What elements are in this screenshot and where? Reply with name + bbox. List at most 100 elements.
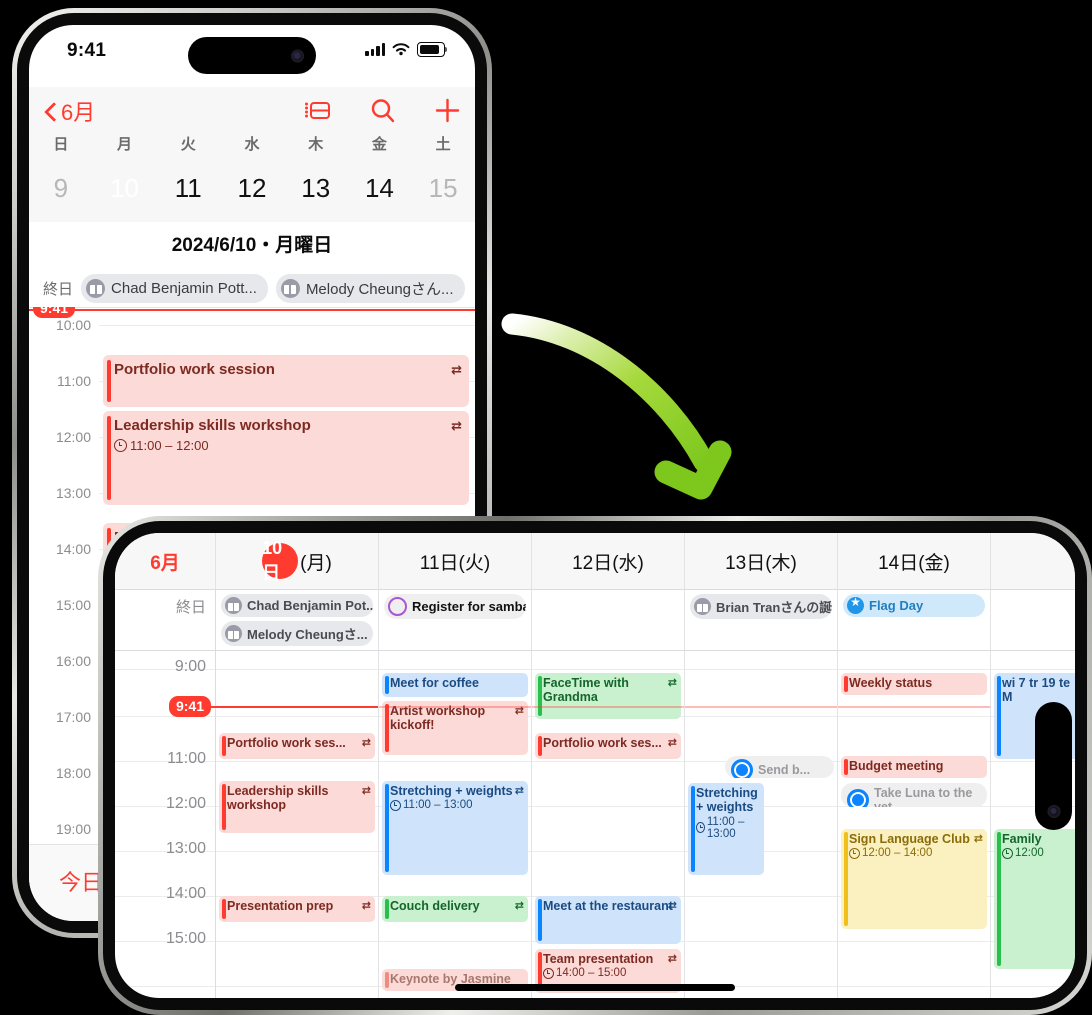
day-header-13日(木)[interactable]: 13日(木) [685, 533, 838, 589]
allday-chip[interactable]: Brian Tranさんの誕... [690, 594, 832, 619]
today-button[interactable]: 今日 [59, 865, 103, 897]
calendar-event[interactable]: Meet for coffee [382, 673, 528, 697]
hour-label: 18:00 [55, 765, 91, 781]
time-grid-fri: Weekly status Budget meeting Take Luna to … [838, 651, 990, 998]
dynamic-island [188, 37, 316, 74]
calendar-event[interactable]: FaceTime with Grandma ⇄ [535, 673, 681, 719]
hour-divider [532, 669, 684, 670]
hour-divider [216, 761, 378, 762]
week-date-11[interactable]: 11 [156, 167, 220, 209]
back-label: 6月 [61, 100, 96, 125]
calendar-event[interactable]: Presentation prep ⇄ [219, 896, 375, 922]
reminder-circle-icon [731, 759, 753, 778]
hour-divider [532, 761, 684, 762]
landscape-screen: 6月 10日 (月) 11日(火) 12日(水) 13日(木) 14日(金) 終日 9:00 1… [115, 533, 1075, 998]
calendar-event[interactable]: Leadership skills workshop 11:00 – 12:00 ⇄ [103, 411, 469, 505]
portrait-toolbar [304, 97, 461, 124]
week-date-15[interactable]: 15 [411, 167, 475, 209]
repeat-icon: ⇄ [361, 737, 371, 749]
hour-divider [838, 941, 990, 942]
event-title: Take Luna to the vet [874, 786, 973, 807]
hour-divider [216, 986, 378, 987]
day-header-14日(金)[interactable]: 14日(金) [838, 533, 991, 589]
week-date-13[interactable]: 13 [284, 167, 348, 209]
portrait-week-strip: 日 月 火 水 木 金 土 9 10 11 12 13 14 15 [29, 133, 475, 209]
calendar-event[interactable]: Stretching + weights 11:00 – 13:00 [688, 783, 764, 875]
event-color-bar [222, 736, 226, 756]
event-color-bar [385, 972, 389, 988]
day-header-6月[interactable]: 6月 [115, 533, 216, 589]
calendar-event[interactable]: Send b... [725, 756, 834, 778]
current-time-line: 9:41 [29, 307, 475, 318]
gift-icon [280, 278, 300, 298]
hour-divider [216, 669, 378, 670]
hour-divider [838, 669, 990, 670]
home-indicator[interactable] [455, 984, 735, 991]
day-header-10日[interactable]: 10日 (月) [216, 533, 379, 589]
weekday-label-2: 火 [180, 136, 196, 153]
allday-label: 終日 [43, 280, 74, 298]
day-header-11日(火)[interactable]: 11日(火) [379, 533, 532, 589]
hour-divider [532, 806, 684, 807]
event-title: Couch delivery [390, 899, 480, 913]
allday-chip[interactable]: Chad Benjamin Pot... [221, 594, 373, 617]
allday-chip[interactable]: Flag Day [843, 594, 985, 617]
plus-icon[interactable] [434, 97, 461, 124]
calendar-event[interactable]: Artist workshop kickoff! ⇄ [382, 701, 528, 755]
hour-divider [685, 941, 837, 942]
calendar-event[interactable]: Stretching + weights 11:00 – 13:00 ⇄ [382, 781, 528, 875]
event-color-bar [538, 676, 542, 716]
calendar-event[interactable]: Meet at the restaurant ⇄ [535, 896, 681, 944]
allday-chip[interactable]: Melody Cheungさん... [275, 273, 465, 303]
back-to-month-button[interactable]: 6月 [45, 95, 95, 127]
calendar-event[interactable]: Portfolio work ses... ⇄ [535, 733, 681, 759]
hour-divider [99, 325, 475, 326]
hour-divider [216, 716, 378, 717]
hour-divider [838, 716, 990, 717]
calendar-event[interactable]: Leadership skills workshop ⇄ [219, 781, 375, 833]
day-header-extra[interactable] [991, 533, 1075, 589]
calendar-event[interactable]: Portfolio work ses... ⇄ [219, 733, 375, 759]
time-grid-mon: Portfolio work ses... ⇄ Leadership skills … [208, 651, 378, 998]
day-header-12日(水)[interactable]: 12日(水) [532, 533, 685, 589]
hour-label: 9:00 [174, 658, 206, 675]
week-date-9[interactable]: 9 [29, 167, 93, 209]
calendar-event[interactable]: Sign Language Club 12:00 – 14:00 ⇄ [841, 829, 987, 929]
week-date-10[interactable]: 10 [93, 167, 157, 209]
week-date-12[interactable]: 12 [220, 167, 284, 209]
allday-chip-label: Brian Tranさんの誕... [716, 600, 832, 615]
week-date-14[interactable]: 14 [348, 167, 412, 209]
calendar-event[interactable]: Budget meeting [841, 756, 987, 778]
front-camera-icon [291, 49, 304, 62]
hour-divider [685, 716, 837, 717]
calendar-event[interactable]: Take Luna to the vet [841, 783, 987, 807]
event-color-bar [997, 676, 1001, 756]
allday-chip[interactable]: Register for samba... [384, 594, 526, 619]
hour-divider [532, 851, 684, 852]
clock-icon [849, 847, 860, 859]
time-grid-tue: Meet for coffee Artist workshop kickoff! ⇄… [379, 651, 531, 998]
list-view-icon[interactable] [304, 97, 331, 124]
allday-chip[interactable]: Chad Benjamin Pott... [81, 273, 268, 303]
allday-chip-label: Chad Benjamin Pott... [111, 279, 257, 297]
calendar-event[interactable]: Family 12:00 [994, 829, 1075, 969]
event-color-bar [385, 899, 389, 919]
calendar-event[interactable]: Couch delivery ⇄ [382, 896, 528, 922]
allday-chip[interactable]: Melody Cheungさ... [221, 621, 373, 646]
search-icon[interactable] [369, 97, 396, 124]
landscape-week-header: 6月 10日 (月) 11日(火) 12日(水) 13日(木) 14日(金) [115, 533, 1075, 590]
repeat-icon: ⇄ [451, 418, 462, 433]
calendar-event[interactable]: Portfolio work session ⇄ [103, 355, 469, 407]
repeat-icon: ⇄ [451, 362, 462, 377]
allday-chip-label: Melody Cheungさん... [305, 280, 454, 298]
reminder-circle-icon [388, 597, 407, 616]
calendar-event[interactable]: Weekly status [841, 673, 987, 695]
today-date-pill: 10日 [262, 538, 299, 583]
hour-label: 15:00 [165, 930, 206, 947]
hour-label: 17:00 [55, 709, 91, 725]
event-color-bar [844, 832, 848, 926]
event-color-bar [107, 360, 111, 402]
hour-divider [379, 669, 531, 670]
event-color-bar [997, 832, 1001, 966]
event-title: Stretching + weights [390, 784, 513, 798]
